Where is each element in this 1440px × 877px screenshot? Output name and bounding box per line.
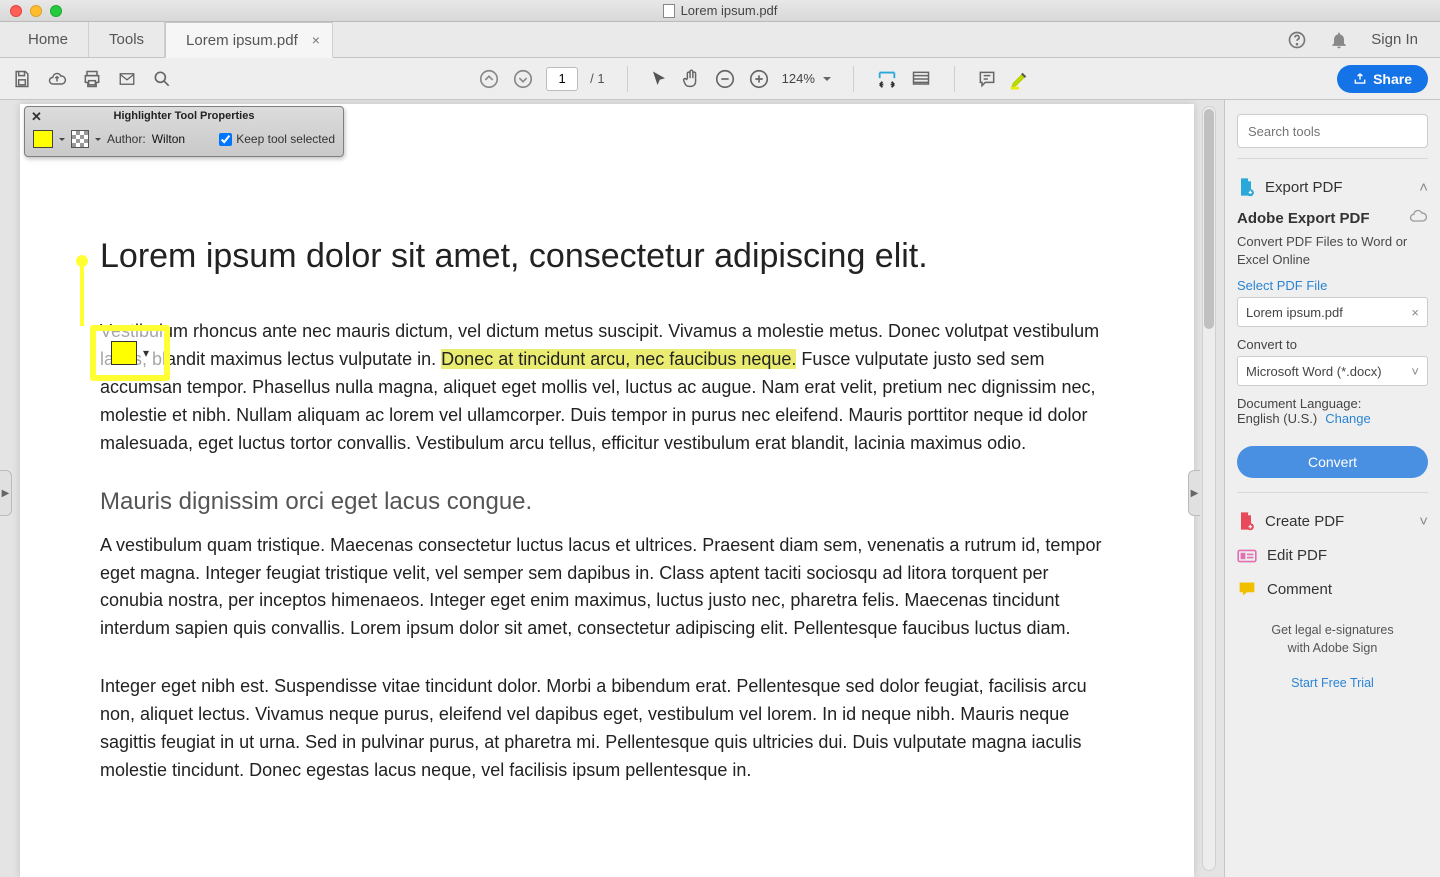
- sign-in-link[interactable]: Sign In: [1371, 31, 1418, 48]
- export-heading: Adobe Export PDF: [1237, 210, 1370, 227]
- create-pdf-icon: [1237, 511, 1255, 531]
- doc-language-label: Document Language:: [1237, 396, 1428, 411]
- sidebar-item-export-pdf[interactable]: Export PDF ˄: [1237, 169, 1428, 205]
- comment-icon: [1237, 580, 1257, 598]
- edit-pdf-icon: [1237, 548, 1257, 564]
- doc-subheading: Mauris dignissim orci eget lacus congue.: [100, 488, 1114, 516]
- doc-paragraph-3: Integer eget nibh est. Suspendisse vitae…: [100, 673, 1114, 785]
- start-free-trial-link[interactable]: Start Free Trial: [1237, 675, 1428, 693]
- chevron-down-icon: ˅: [1411, 364, 1419, 379]
- chevron-down-icon: ˅: [1419, 513, 1428, 530]
- export-pdf-icon: [1237, 177, 1255, 197]
- highlight-color-swatch[interactable]: [33, 130, 53, 148]
- annotation-zoom-swatch: ▾: [90, 325, 170, 381]
- sidebar-item-create-pdf[interactable]: Create PDF ˅: [1237, 503, 1428, 539]
- share-button[interactable]: Share: [1337, 65, 1428, 93]
- opacity-dropdown-caret[interactable]: [95, 132, 101, 146]
- esign-blurb-line2: with Adobe Sign: [1288, 641, 1378, 655]
- notifications-icon[interactable]: [1329, 30, 1349, 50]
- remove-file-icon[interactable]: ×: [1411, 305, 1419, 320]
- maximize-window-button[interactable]: [50, 5, 62, 17]
- sticky-note-icon[interactable]: [977, 69, 997, 89]
- sidebar-item-edit-pdf[interactable]: Edit PDF: [1237, 539, 1428, 572]
- pdf-page[interactable]: Lorem ipsum dolor sit amet, consectetur …: [20, 104, 1194, 877]
- annotation-caret-icon: ▾: [143, 346, 149, 360]
- page-up-icon[interactable]: [478, 68, 500, 90]
- color-dropdown-caret[interactable]: [59, 132, 65, 146]
- document-viewport: ✕ Highlighter Tool Properties Author: Wi…: [0, 100, 1224, 877]
- search-icon[interactable]: [152, 69, 172, 89]
- sidebar-item-comment[interactable]: Comment: [1237, 572, 1428, 606]
- search-tools-input[interactable]: [1237, 114, 1428, 148]
- page-number-input[interactable]: [546, 67, 578, 91]
- vertical-scrollbar[interactable]: [1202, 106, 1216, 871]
- change-language-link[interactable]: Change: [1325, 411, 1371, 426]
- zoom-out-icon[interactable]: [714, 68, 736, 90]
- convert-button[interactable]: Convert: [1237, 446, 1428, 478]
- highlighter-tool-icon[interactable]: [1009, 68, 1031, 90]
- annotation-color-swatch: [111, 341, 137, 365]
- tab-document-label: Lorem ipsum.pdf: [186, 32, 298, 49]
- chevron-up-icon: ˄: [1419, 179, 1428, 196]
- select-pdf-file-link[interactable]: Select PDF File: [1237, 278, 1428, 293]
- selection-tool-icon[interactable]: [650, 69, 668, 89]
- window-titlebar: Lorem ipsum.pdf: [0, 0, 1440, 22]
- window-title-text: Lorem ipsum.pdf: [681, 3, 778, 18]
- cloud-icon: [1408, 209, 1428, 227]
- doc-heading: Lorem ipsum dolor sit amet, consectetur …: [100, 234, 1114, 278]
- annotation-leader-dot: [76, 255, 88, 267]
- selected-file-chip[interactable]: Lorem ipsum.pdf ×: [1237, 297, 1428, 327]
- page-display-icon[interactable]: [910, 69, 932, 89]
- page-total-label: / 1: [590, 71, 604, 86]
- panel-title: ✕ Highlighter Tool Properties: [25, 107, 343, 124]
- fit-width-icon[interactable]: [876, 68, 898, 90]
- cloud-upload-icon[interactable]: [46, 69, 68, 89]
- annotation-leader-line: [80, 260, 84, 326]
- doc-paragraph-2: A vestibulum quam tristique. Maecenas co…: [100, 532, 1114, 644]
- close-panel-icon[interactable]: ✕: [31, 109, 42, 125]
- convert-format-dropdown[interactable]: Microsoft Word (*.docx) ˅: [1237, 356, 1428, 386]
- highlighted-text[interactable]: Donec at tincidunt arcu, nec faucibus ne…: [441, 349, 796, 369]
- left-panel-toggle[interactable]: ▶: [0, 470, 12, 516]
- save-icon[interactable]: [12, 69, 32, 89]
- zoom-in-icon[interactable]: [748, 68, 770, 90]
- doc-language-value: English (U.S.): [1237, 411, 1317, 426]
- pdf-doc-icon: [663, 4, 675, 18]
- keep-tool-selected-checkbox[interactable]: Keep tool selected: [219, 132, 335, 146]
- zoom-value: 124%: [782, 71, 815, 86]
- esign-blurb-line1: Get legal e-signatures: [1271, 623, 1393, 637]
- tab-home[interactable]: Home: [8, 22, 89, 57]
- main-toolbar: / 1 124% Share: [0, 58, 1440, 100]
- close-tab-icon[interactable]: ×: [312, 32, 320, 48]
- right-sidebar: Export PDF ˄ Adobe Export PDF Convert PD…: [1224, 100, 1440, 877]
- tab-current-document[interactable]: Lorem ipsum.pdf ×: [165, 22, 333, 58]
- zoom-dropdown[interactable]: 124%: [782, 71, 831, 86]
- highlighter-properties-panel[interactable]: ✕ Highlighter Tool Properties Author: Wi…: [24, 106, 344, 157]
- window-controls: [10, 5, 62, 17]
- export-description: Convert PDF Files to Word or Excel Onlin…: [1237, 233, 1428, 268]
- doc-paragraph-1: Vestibulum rhoncus ante nec mauris dictu…: [100, 318, 1114, 457]
- window-title: Lorem ipsum.pdf: [0, 3, 1440, 18]
- share-button-label: Share: [1373, 71, 1412, 87]
- close-window-button[interactable]: [10, 5, 22, 17]
- right-panel-toggle[interactable]: ▶: [1188, 470, 1200, 516]
- convert-to-label: Convert to: [1237, 337, 1428, 352]
- email-icon[interactable]: [116, 70, 138, 88]
- tab-bar: Home Tools Lorem ipsum.pdf × Sign In: [0, 22, 1440, 58]
- page-down-icon[interactable]: [512, 68, 534, 90]
- scrollbar-thumb[interactable]: [1204, 109, 1214, 329]
- opacity-swatch[interactable]: [71, 130, 89, 148]
- minimize-window-button[interactable]: [30, 5, 42, 17]
- tab-tools[interactable]: Tools: [89, 22, 165, 57]
- author-value: Wilton: [152, 132, 185, 146]
- hand-tool-icon[interactable]: [680, 68, 702, 90]
- author-label: Author:: [107, 132, 146, 146]
- help-icon[interactable]: [1287, 30, 1307, 50]
- print-icon[interactable]: [82, 69, 102, 89]
